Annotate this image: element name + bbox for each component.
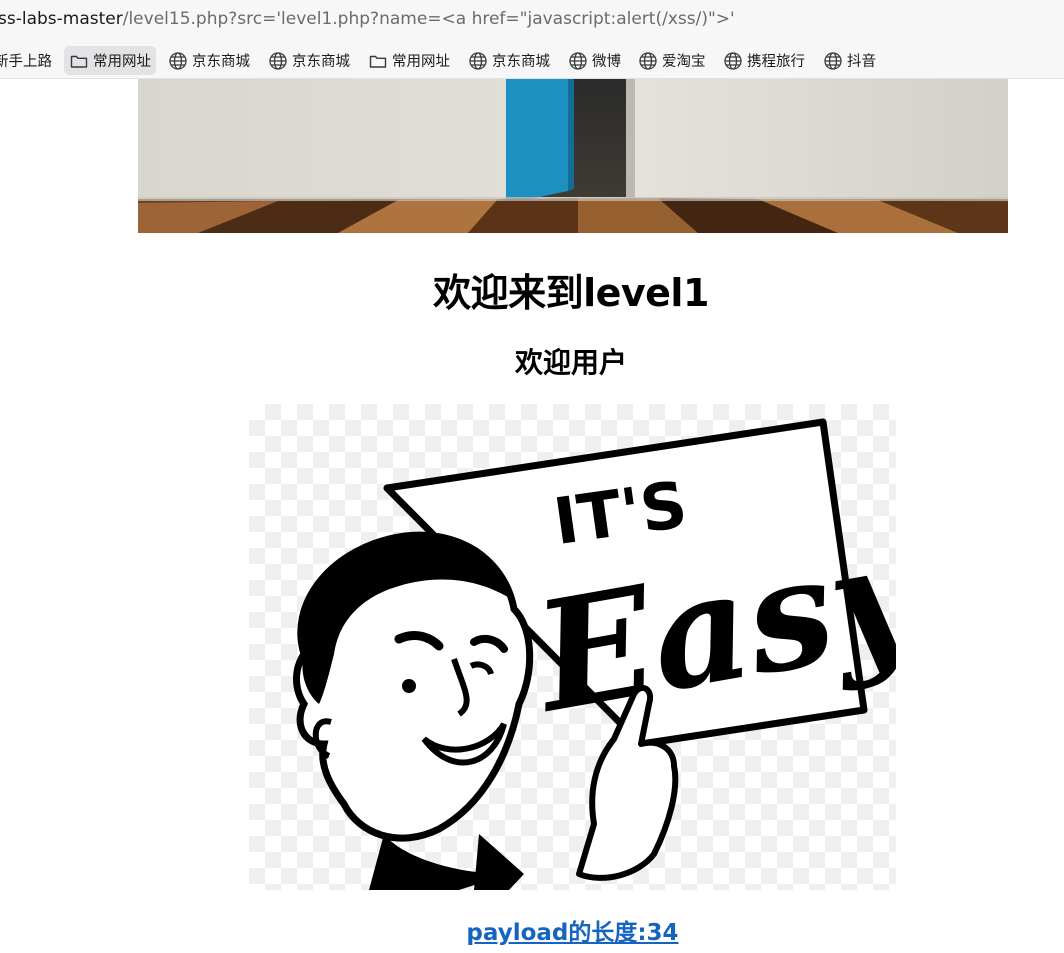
bookmark-label: 抖音 [847, 54, 876, 70]
bookmark-douyin[interactable]: 抖音 [823, 46, 876, 75]
bookmark-aitaobao[interactable]: 爱淘宝 [638, 46, 706, 75]
bookmark-folder-common-2[interactable]: 常用网址 [368, 46, 450, 75]
bookmarks-bar: 新手上路 常用网址 京东商城 京东商城 常用网址 京东商城 微博 [0, 38, 1064, 79]
folder-icon [69, 51, 89, 71]
url-host: ss-labs-master [0, 9, 123, 29]
bookmark-weibo[interactable]: 微博 [568, 46, 621, 75]
bookmark-label: 京东商城 [192, 54, 250, 70]
globe-icon [468, 51, 488, 71]
its-easy-image: IT'S Easy [249, 404, 941, 890]
payload-length-link[interactable]: payload的长度:34 [466, 920, 678, 946]
bookmark-jd-1[interactable]: 京东商城 [168, 46, 250, 75]
globe-icon [568, 51, 588, 71]
bookmark-jd-3[interactable]: 京东商城 [468, 46, 550, 75]
globe-icon [823, 51, 843, 71]
bookmark-label: 京东商城 [292, 54, 350, 70]
bookmark-label: 常用网址 [93, 54, 151, 70]
globe-icon [168, 51, 188, 71]
bookmark-label: 常用网址 [392, 54, 450, 70]
folder-icon [368, 51, 388, 71]
bookmark-label: 携程旅行 [747, 54, 805, 70]
banner-image [138, 79, 1008, 233]
bookmark-folder-common[interactable]: 常用网址 [64, 46, 156, 75]
globe-icon [723, 51, 743, 71]
page-title: 欢迎来到level1 [433, 271, 709, 315]
bookmark-label: 爱淘宝 [662, 54, 706, 70]
bookmark-newbie[interactable]: 新手上路 [0, 46, 52, 75]
bookmark-label: 微博 [592, 54, 621, 70]
address-bar[interactable]: ss-labs-master/level15.php?src='level1.p… [0, 0, 1064, 38]
url-path: /level15.php?src='level1.php?name=<a hre… [122, 9, 735, 29]
payload-length: payload的长度:34 [0, 913, 1064, 947]
globe-icon [268, 51, 288, 71]
globe-icon [638, 51, 658, 71]
bookmark-jd-2[interactable]: 京东商城 [268, 46, 350, 75]
welcome-user-heading: 欢迎用户 [514, 346, 627, 379]
bookmark-ctrip[interactable]: 携程旅行 [723, 46, 805, 75]
bookmark-label: 新手上路 [0, 54, 52, 70]
bookmark-label: 京东商城 [492, 54, 550, 70]
